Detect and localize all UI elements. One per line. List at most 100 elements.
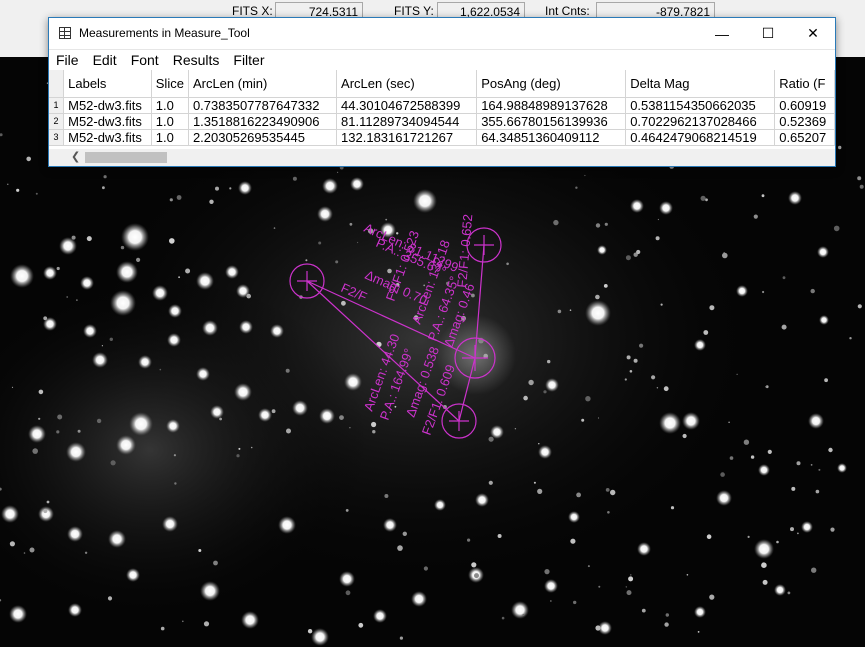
faint-star [337, 171, 339, 173]
star [108, 530, 126, 548]
column-header[interactable]: ArcLen (sec) [336, 70, 478, 98]
column-header[interactable]: PosAng (deg) [476, 70, 627, 98]
faint-star [169, 238, 175, 244]
faint-star [38, 417, 41, 420]
results-table-container: Labels Slice ArcLen (min) ArcLen (sec) P… [49, 70, 835, 150]
faint-star [818, 468, 821, 471]
star [126, 568, 140, 582]
column-header[interactable]: ArcLen (min) [188, 70, 338, 98]
star [630, 199, 644, 213]
table-row[interactable]: 3 M52-dw3.fits 1.0 2.20305269535445 132.… [49, 129, 835, 146]
table-cell[interactable]: 0.7383507787647332 [188, 97, 338, 114]
star [788, 191, 802, 205]
faint-star [641, 608, 646, 613]
window-titlebar[interactable]: Measurements in Measure_Tool — ☐ ✕ [49, 18, 835, 50]
column-header[interactable]: Delta Mag [625, 70, 776, 98]
column-header[interactable]: Labels [63, 70, 152, 98]
faint-star [743, 439, 750, 445]
star [166, 419, 180, 433]
faint-star [747, 535, 750, 539]
scroll-left-icon[interactable]: ❮ [71, 150, 80, 163]
star [344, 373, 362, 391]
table-cell[interactable]: 1.0 [151, 129, 189, 146]
table-cell[interactable]: 2.20305269535445 [188, 129, 338, 146]
table-cell[interactable]: 81.11289734094544 [336, 113, 478, 130]
faint-star [371, 421, 377, 428]
faint-star [781, 324, 787, 330]
star [694, 339, 706, 351]
table-cell[interactable]: 0.60919 [774, 97, 835, 114]
table-cell[interactable]: M52-dw3.fits [63, 129, 152, 146]
faint-star [169, 198, 173, 202]
faint-star [709, 594, 715, 600]
table-cell[interactable]: 44.30104672588399 [336, 97, 478, 114]
table-cell[interactable]: 164.98848989137628 [476, 97, 627, 114]
fits-y-label: FITS Y: [394, 4, 434, 18]
menu-filter[interactable]: Filter [226, 52, 271, 68]
faint-star [57, 414, 63, 420]
faint-star [765, 385, 768, 388]
faint-star [665, 613, 669, 617]
menu-file[interactable]: File [49, 52, 86, 68]
faint-star [628, 576, 634, 582]
faint-star [782, 276, 786, 280]
faint-star [385, 218, 388, 221]
menu-results[interactable]: Results [166, 52, 227, 68]
table-row[interactable]: 1 M52-dw3.fits 1.0 0.7383507787647332 44… [49, 97, 835, 114]
faint-star [810, 464, 813, 466]
star [319, 408, 335, 424]
table-cell[interactable]: 0.65207 [774, 129, 835, 146]
faint-star [11, 386, 14, 388]
star [819, 315, 829, 325]
row-number: 1 [49, 97, 65, 114]
star [10, 264, 34, 288]
menu-edit[interactable]: Edit [86, 52, 124, 68]
table-cell[interactable]: 64.34851360409112 [476, 129, 627, 146]
faint-star [56, 266, 60, 271]
faint-star [501, 616, 505, 620]
faint-star [236, 454, 240, 458]
faint-star [833, 225, 840, 232]
faint-star [557, 309, 562, 314]
table-cell[interactable]: M52-dw3.fits [63, 97, 152, 114]
table-row[interactable]: 2 M52-dw3.fits 1.0 1.3518816223490906 81… [49, 113, 835, 130]
faint-star [345, 509, 349, 512]
faint-star [720, 472, 725, 477]
table-cell[interactable]: 1.0 [151, 113, 189, 130]
scrollbar-thumb[interactable] [85, 152, 167, 163]
window-title: Measurements in Measure_Tool [79, 26, 250, 40]
measurements-window[interactable]: Measurements in Measure_Tool — ☐ ✕ File … [48, 17, 836, 167]
table-cell[interactable]: M52-dw3.fits [63, 113, 152, 130]
faint-star [824, 378, 828, 383]
star [311, 628, 329, 646]
star [682, 412, 700, 430]
table-cell[interactable]: 1.3518816223490906 [188, 113, 338, 130]
faint-star [7, 183, 9, 185]
maximize-button[interactable]: ☐ [745, 18, 791, 49]
table-cell[interactable]: 1.0 [151, 97, 189, 114]
star [568, 511, 580, 523]
table-cell[interactable]: 0.5381154350662035 [625, 97, 776, 114]
star [544, 579, 558, 593]
table-header-row: Labels Slice ArcLen (min) ArcLen (sec) P… [49, 70, 835, 98]
table-cell[interactable]: 132.183161721267 [336, 129, 478, 146]
close-button[interactable]: ✕ [790, 18, 836, 49]
faint-star [544, 569, 550, 575]
faint-star [423, 566, 428, 571]
column-header[interactable]: Slice [151, 70, 189, 98]
faint-star [537, 488, 543, 494]
table-cell[interactable]: 355.66780156139936 [476, 113, 627, 130]
table-cell[interactable]: 0.52369 [774, 113, 835, 130]
horizontal-scrollbar[interactable]: ❮ [49, 149, 835, 166]
table-icon [59, 27, 71, 39]
faint-star [657, 218, 660, 221]
column-header[interactable]: Ratio (F [774, 70, 835, 98]
faint-star [633, 358, 638, 363]
table-cell[interactable]: 0.4642479068214519 [625, 129, 776, 146]
table-cell[interactable]: 0.7022962137028466 [625, 113, 776, 130]
star [411, 591, 427, 607]
star [9, 605, 27, 623]
menu-font[interactable]: Font [124, 52, 166, 68]
faint-star [77, 429, 81, 433]
minimize-button[interactable]: — [699, 18, 745, 49]
